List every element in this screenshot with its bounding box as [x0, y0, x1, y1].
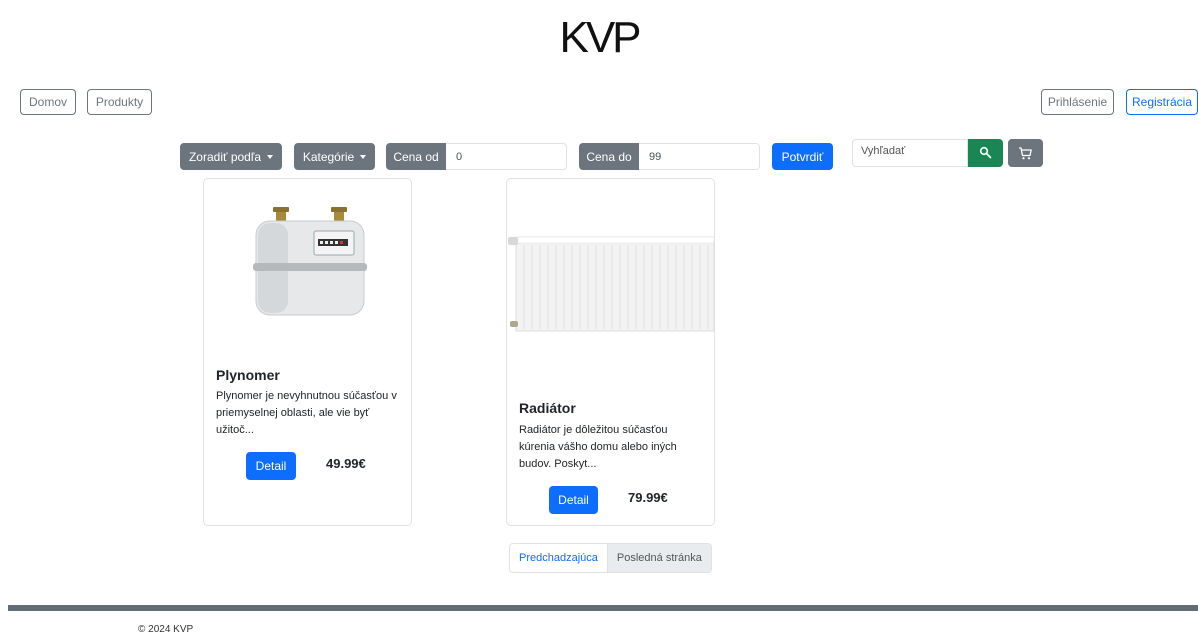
- price-to-input[interactable]: 99: [639, 143, 760, 170]
- sort-dropdown-label: Zoradiť podľa: [188, 149, 262, 164]
- product-description: Radiátor je dôležitou súčasťou kúrenia v…: [519, 424, 677, 470]
- category-dropdown[interactable]: Kategórie: [294, 143, 375, 170]
- search-input[interactable]: Vyhľadať: [852, 139, 968, 167]
- product-detail-button[interactable]: Detail: [549, 486, 598, 514]
- radiator-image: [508, 236, 715, 332]
- product-price: 49.99€: [326, 456, 366, 471]
- register-button[interactable]: Registrácia: [1126, 89, 1198, 115]
- product-card: Plynomer Plynomer je nevyhnutnou súčasťo…: [203, 178, 412, 526]
- nav-products-button[interactable]: Produkty: [87, 89, 152, 115]
- pagination-last-page[interactable]: Posledná stránka: [607, 544, 711, 572]
- search-button[interactable]: [968, 139, 1003, 167]
- site-logo: KVP: [559, 13, 641, 62]
- confirm-filter-button[interactable]: Potvrdiť: [772, 143, 833, 170]
- pagination-previous[interactable]: Predchadzajúca: [510, 544, 608, 572]
- sort-dropdown[interactable]: Zoradiť podľa: [180, 143, 282, 170]
- category-dropdown-label: Kategórie: [302, 149, 355, 164]
- price-to-label: Cena do: [579, 143, 639, 170]
- footer-divider: [8, 605, 1198, 611]
- footer-copyright: © 2024 KVP: [138, 624, 194, 633]
- cart-button[interactable]: [1008, 139, 1043, 167]
- price-from-input[interactable]: 0: [446, 143, 567, 170]
- caret-down-icon: [267, 154, 274, 159]
- pagination: Predchadzajúca Posledná stránka: [509, 543, 712, 573]
- product-detail-button[interactable]: Detail: [246, 452, 296, 480]
- search-icon: [979, 146, 991, 159]
- login-button[interactable]: Prihlásenie: [1041, 89, 1114, 115]
- price-from-label: Cena od: [386, 143, 446, 170]
- caret-down-icon: [360, 154, 367, 159]
- product-card: Radiátor Radiátor je dôležitou súčasťou …: [506, 178, 715, 526]
- cart-icon: [1019, 146, 1032, 159]
- product-name: Plynomer: [216, 367, 280, 383]
- product-name: Radiátor: [519, 400, 576, 416]
- nav-home-button[interactable]: Domov: [20, 89, 76, 115]
- product-description: Plynomer je nevyhnutnou súčasťou v priem…: [216, 390, 397, 436]
- product-price: 79.99€: [628, 490, 668, 505]
- gas-meter-image: [253, 207, 367, 316]
